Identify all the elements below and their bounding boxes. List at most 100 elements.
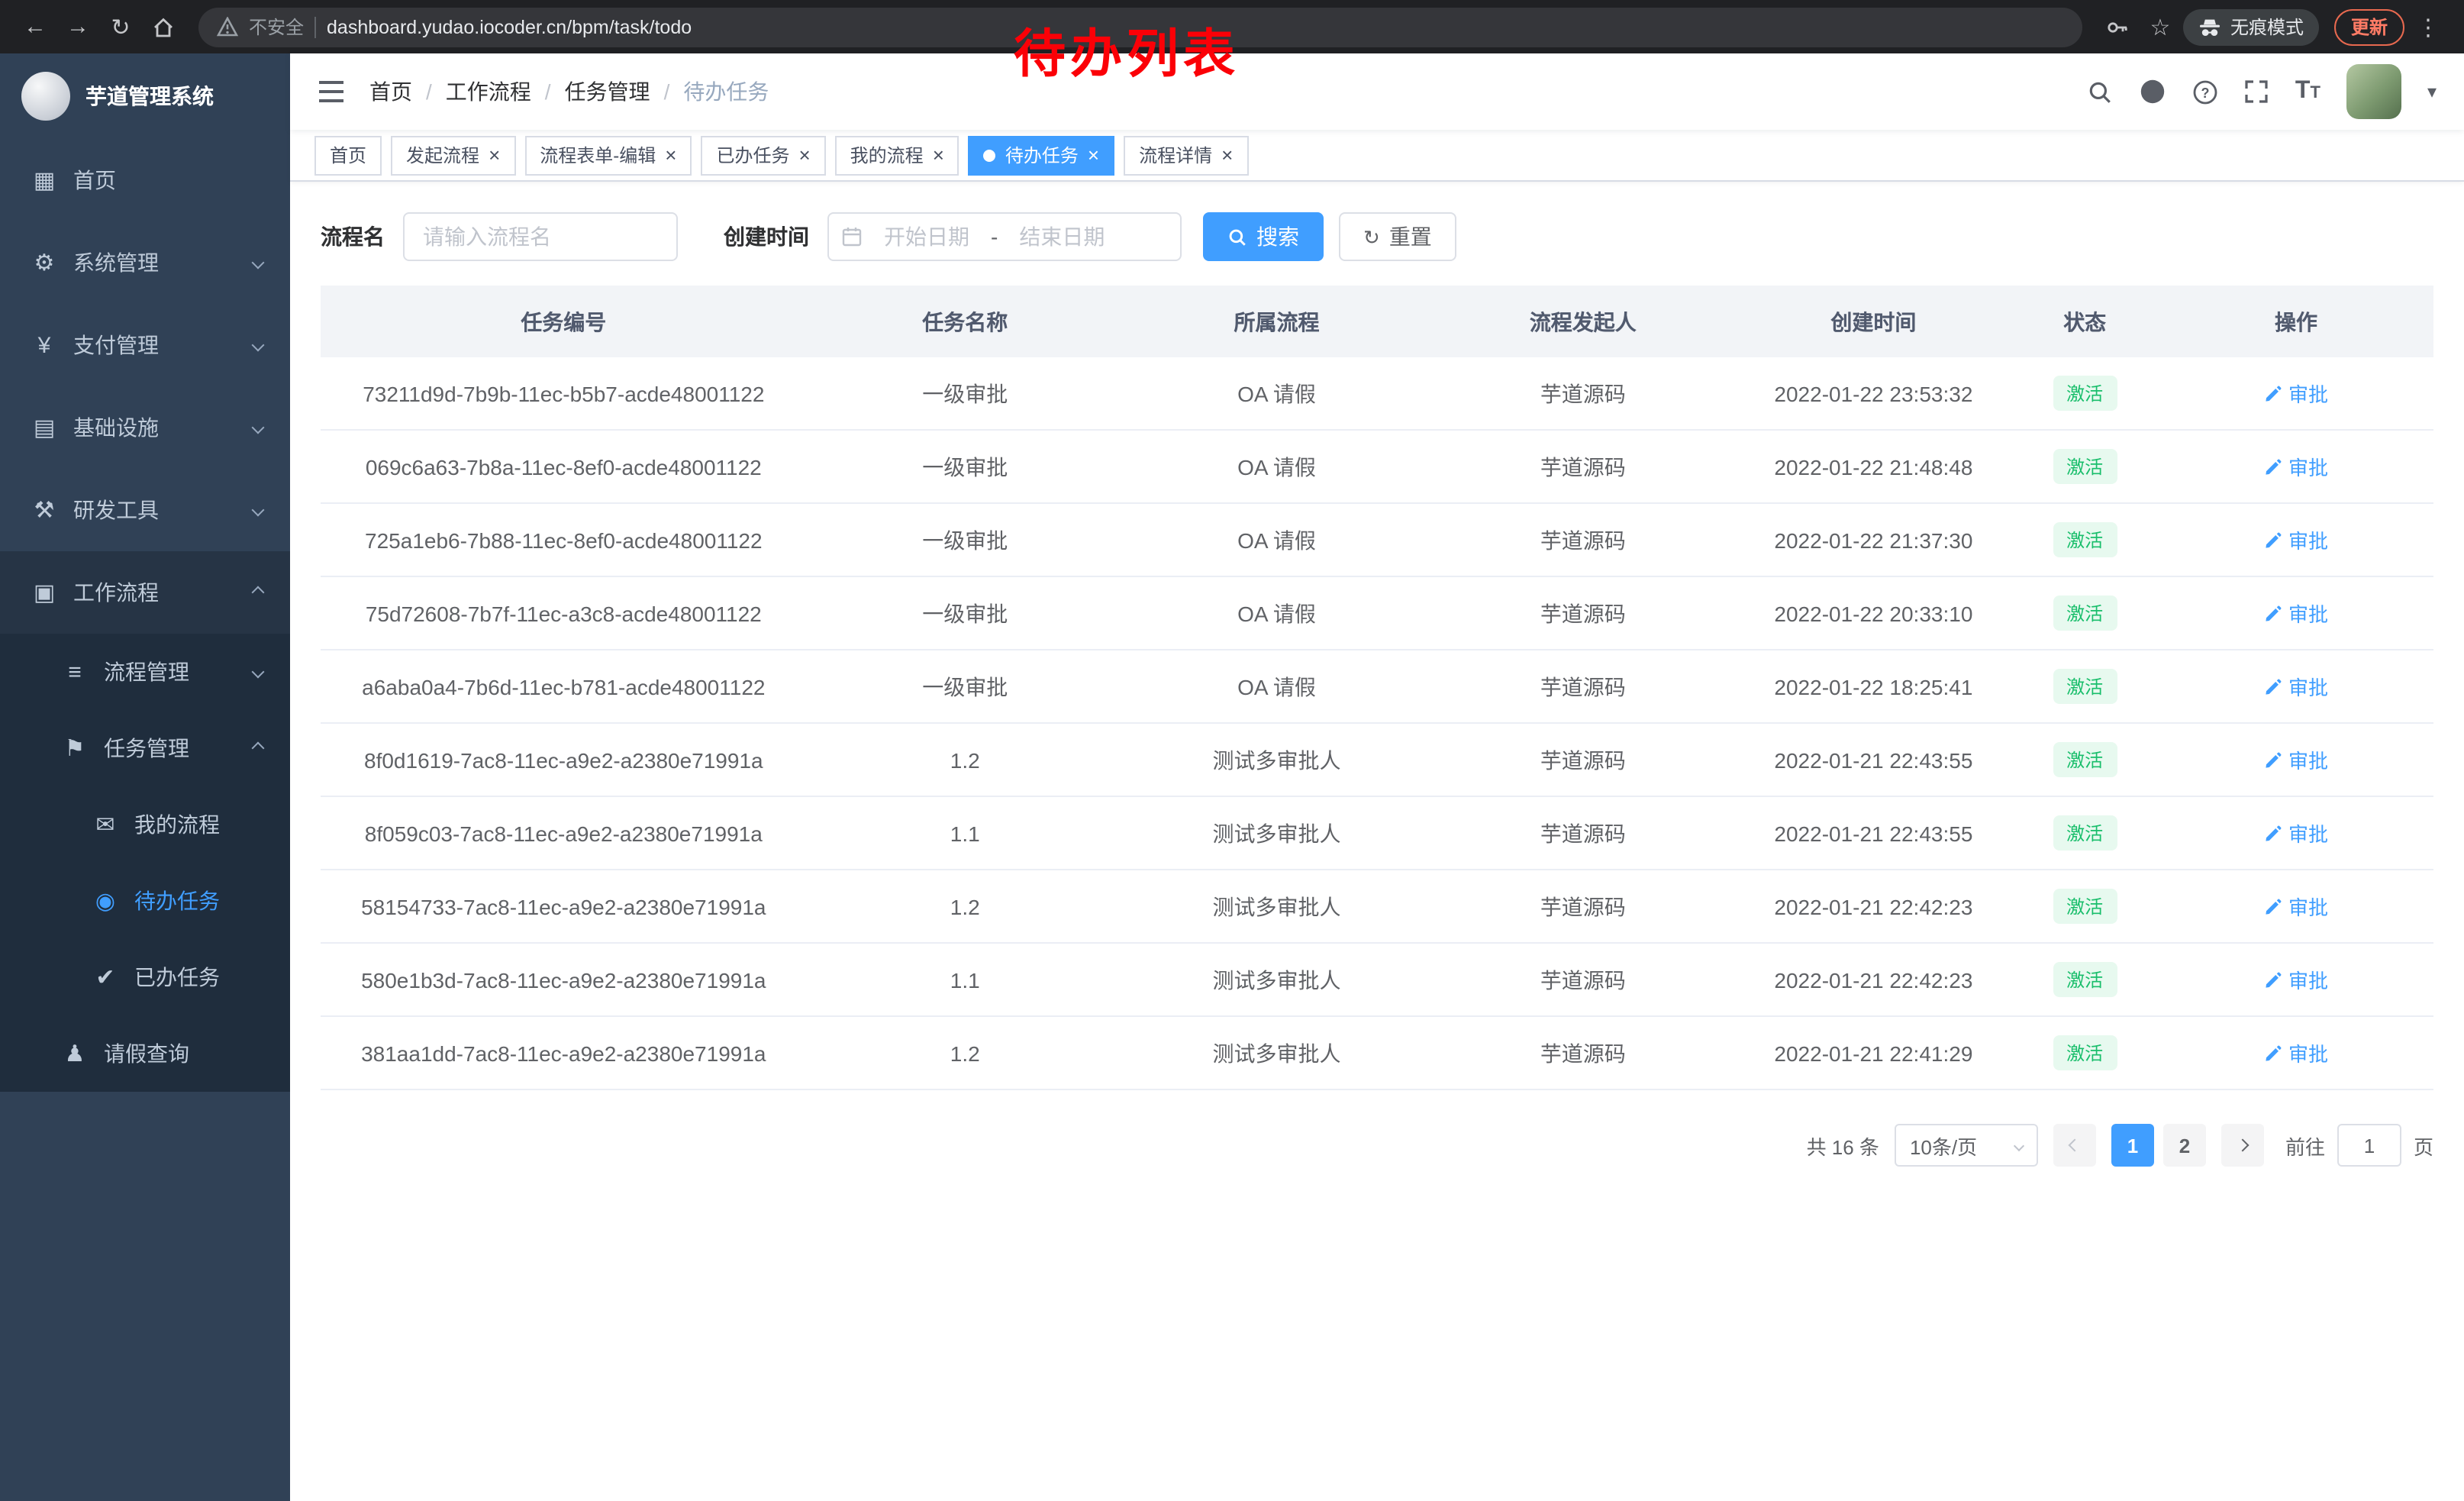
- tab[interactable]: 流程详情 ×: [1124, 135, 1248, 175]
- page-number-button[interactable]: 2: [2163, 1124, 2206, 1167]
- sidebar-item-label: 研发工具: [73, 495, 159, 525]
- page-number-button[interactable]: 1: [2111, 1124, 2154, 1167]
- breadcrumb-link[interactable]: 首页: [369, 76, 412, 107]
- sidebar-item-icon: ▦: [31, 166, 58, 194]
- tab[interactable]: 我的流程 ×: [835, 135, 959, 175]
- edit-pen-icon: [2264, 824, 2282, 842]
- status-badge: 激活: [2053, 376, 2117, 411]
- cell-process: OA 请假: [1124, 378, 1430, 408]
- approve-button[interactable]: 审批: [2264, 452, 2328, 481]
- bookmark-star-icon[interactable]: ☆: [2140, 7, 2180, 47]
- search-button[interactable]: 搜索: [1203, 212, 1324, 261]
- font-size-icon[interactable]: TT: [2295, 78, 2320, 105]
- tab-close-icon[interactable]: ×: [1221, 145, 1233, 165]
- breadcrumb-link[interactable]: 待办任务: [683, 76, 769, 107]
- browser-home-icon[interactable]: [144, 7, 183, 47]
- status-badge: 激活: [2053, 669, 2117, 704]
- end-date-input[interactable]: [1004, 224, 1120, 249]
- sidebar-item-icon: ¥: [31, 332, 58, 358]
- tab[interactable]: 流程表单-编辑 ×: [524, 135, 692, 175]
- edit-pen-icon: [2264, 457, 2282, 476]
- tab[interactable]: 发起流程 ×: [391, 135, 515, 175]
- goto-page-input[interactable]: [2337, 1124, 2401, 1167]
- tab-close-icon[interactable]: ×: [665, 145, 676, 165]
- browser-menu-icon[interactable]: ⋮: [2408, 13, 2449, 40]
- browser-chrome: ← → ↻ 不安全 dashboard.yudao.iocoder.cn/bpm…: [0, 0, 2464, 53]
- search-icon[interactable]: [2088, 79, 2114, 105]
- security-label[interactable]: 不安全: [249, 14, 304, 40]
- avatar-caret-icon[interactable]: ▾: [2427, 81, 2437, 102]
- sidebar-item[interactable]: ¥ 支付管理: [0, 304, 290, 386]
- sidebar-item[interactable]: ✉ 我的流程: [0, 786, 290, 863]
- approve-button[interactable]: 审批: [2264, 818, 2328, 847]
- next-page-button[interactable]: [2221, 1124, 2264, 1167]
- approve-button[interactable]: 审批: [2264, 965, 2328, 994]
- cell-process: OA 请假: [1124, 671, 1430, 702]
- sidebar-item-icon: ✉: [92, 811, 119, 838]
- start-date-input[interactable]: [869, 224, 985, 249]
- approve-button[interactable]: 审批: [2264, 525, 2328, 554]
- cell-process: 测试多审批人: [1124, 1038, 1430, 1068]
- cell-task-id: 069c6a63-7b8a-11ec-8ef0-acde48001122: [321, 454, 807, 479]
- browser-back-icon[interactable]: ←: [15, 7, 55, 47]
- sidebar-item[interactable]: ⚒ 研发工具: [0, 469, 290, 551]
- calendar-icon: [841, 226, 863, 247]
- tab-close-icon[interactable]: ×: [489, 145, 500, 165]
- app-frame: 芋道管理系统 ▦ 首页 ⚙ 系统管理: [0, 53, 2464, 1501]
- breadcrumb-link[interactable]: 工作流程: [446, 76, 531, 107]
- chevron-down-icon: [252, 339, 265, 352]
- prev-page-button[interactable]: [2053, 1124, 2096, 1167]
- address-bar[interactable]: 不安全 dashboard.yudao.iocoder.cn/bpm/task/…: [198, 7, 2082, 47]
- pagination: 共 16 条 10条/页 1 2 前往: [321, 1124, 2433, 1167]
- sidebar-item[interactable]: ▤ 基础设施: [0, 386, 290, 469]
- avatar[interactable]: [2346, 64, 2401, 119]
- sidebar-item-task-management[interactable]: ⚑ 任务管理: [0, 710, 290, 786]
- browser-reload-icon[interactable]: ↻: [101, 7, 140, 47]
- process-management-icon: ≡: [61, 659, 89, 685]
- process-name-input[interactable]: [403, 212, 678, 261]
- status-badge: 激活: [2053, 742, 2117, 777]
- cell-task-name: 一级审批: [807, 451, 1124, 482]
- sidebar-item[interactable]: ▦ 首页: [0, 139, 290, 221]
- approve-button[interactable]: 审批: [2264, 672, 2328, 701]
- sidebar-item-process-management[interactable]: ≡ 流程管理: [0, 634, 290, 710]
- sidebar-item-label: 我的流程: [134, 809, 220, 840]
- update-button[interactable]: 更新: [2334, 8, 2404, 45]
- breadcrumb-separator: /: [426, 79, 432, 104]
- tab[interactable]: 已办任务 ×: [701, 135, 825, 175]
- sidebar-item-icon: ⚙: [31, 249, 58, 276]
- tab-close-icon[interactable]: ×: [933, 145, 944, 165]
- approve-button[interactable]: 审批: [2264, 599, 2328, 628]
- sidebar-item-workflow[interactable]: ▣ 工作流程: [0, 551, 290, 634]
- sidebar-item[interactable]: ◉ 待办任务: [0, 863, 290, 939]
- approve-button[interactable]: 审批: [2264, 379, 2328, 408]
- sidebar-item[interactable]: ✔ 已办任务: [0, 939, 290, 1015]
- approve-button[interactable]: 审批: [2264, 1038, 2328, 1067]
- app-logo: [21, 72, 70, 121]
- browser-forward-icon[interactable]: →: [58, 7, 98, 47]
- sidebar-item-leave-query[interactable]: ♟ 请假查询: [0, 1015, 290, 1092]
- fullscreen-icon[interactable]: [2245, 79, 2269, 104]
- status-badge: 激活: [2053, 889, 2117, 924]
- sidebar-item-label: 流程管理: [104, 657, 189, 687]
- tab[interactable]: 首页: [314, 135, 382, 175]
- github-icon[interactable]: [2140, 78, 2167, 105]
- cell-initiator: 芋道源码: [1430, 378, 1736, 408]
- tab-close-icon[interactable]: ×: [798, 145, 810, 165]
- reset-button[interactable]: ↻ 重置: [1339, 212, 1456, 261]
- page-size-select[interactable]: 10条/页: [1895, 1124, 2038, 1167]
- tab[interactable]: 待办任务 ×: [969, 135, 1114, 175]
- help-icon[interactable]: ?: [2193, 79, 2219, 105]
- tab-close-icon[interactable]: ×: [1088, 145, 1099, 165]
- sidebar-item[interactable]: ⚙ 系统管理: [0, 221, 290, 304]
- breadcrumb-link[interactable]: 任务管理: [565, 76, 650, 107]
- edit-pen-icon: [2264, 897, 2282, 915]
- password-key-icon[interactable]: [2098, 7, 2137, 47]
- cell-created-time: 2022-01-22 23:53:32: [1737, 381, 2011, 405]
- sidebar-item-label: 请假查询: [104, 1038, 189, 1069]
- approve-button[interactable]: 审批: [2264, 892, 2328, 921]
- sidebar-collapse-icon[interactable]: [318, 79, 345, 104]
- approve-button[interactable]: 审批: [2264, 745, 2328, 774]
- date-range-separator: -: [991, 224, 998, 249]
- date-range-picker[interactable]: -: [827, 212, 1182, 261]
